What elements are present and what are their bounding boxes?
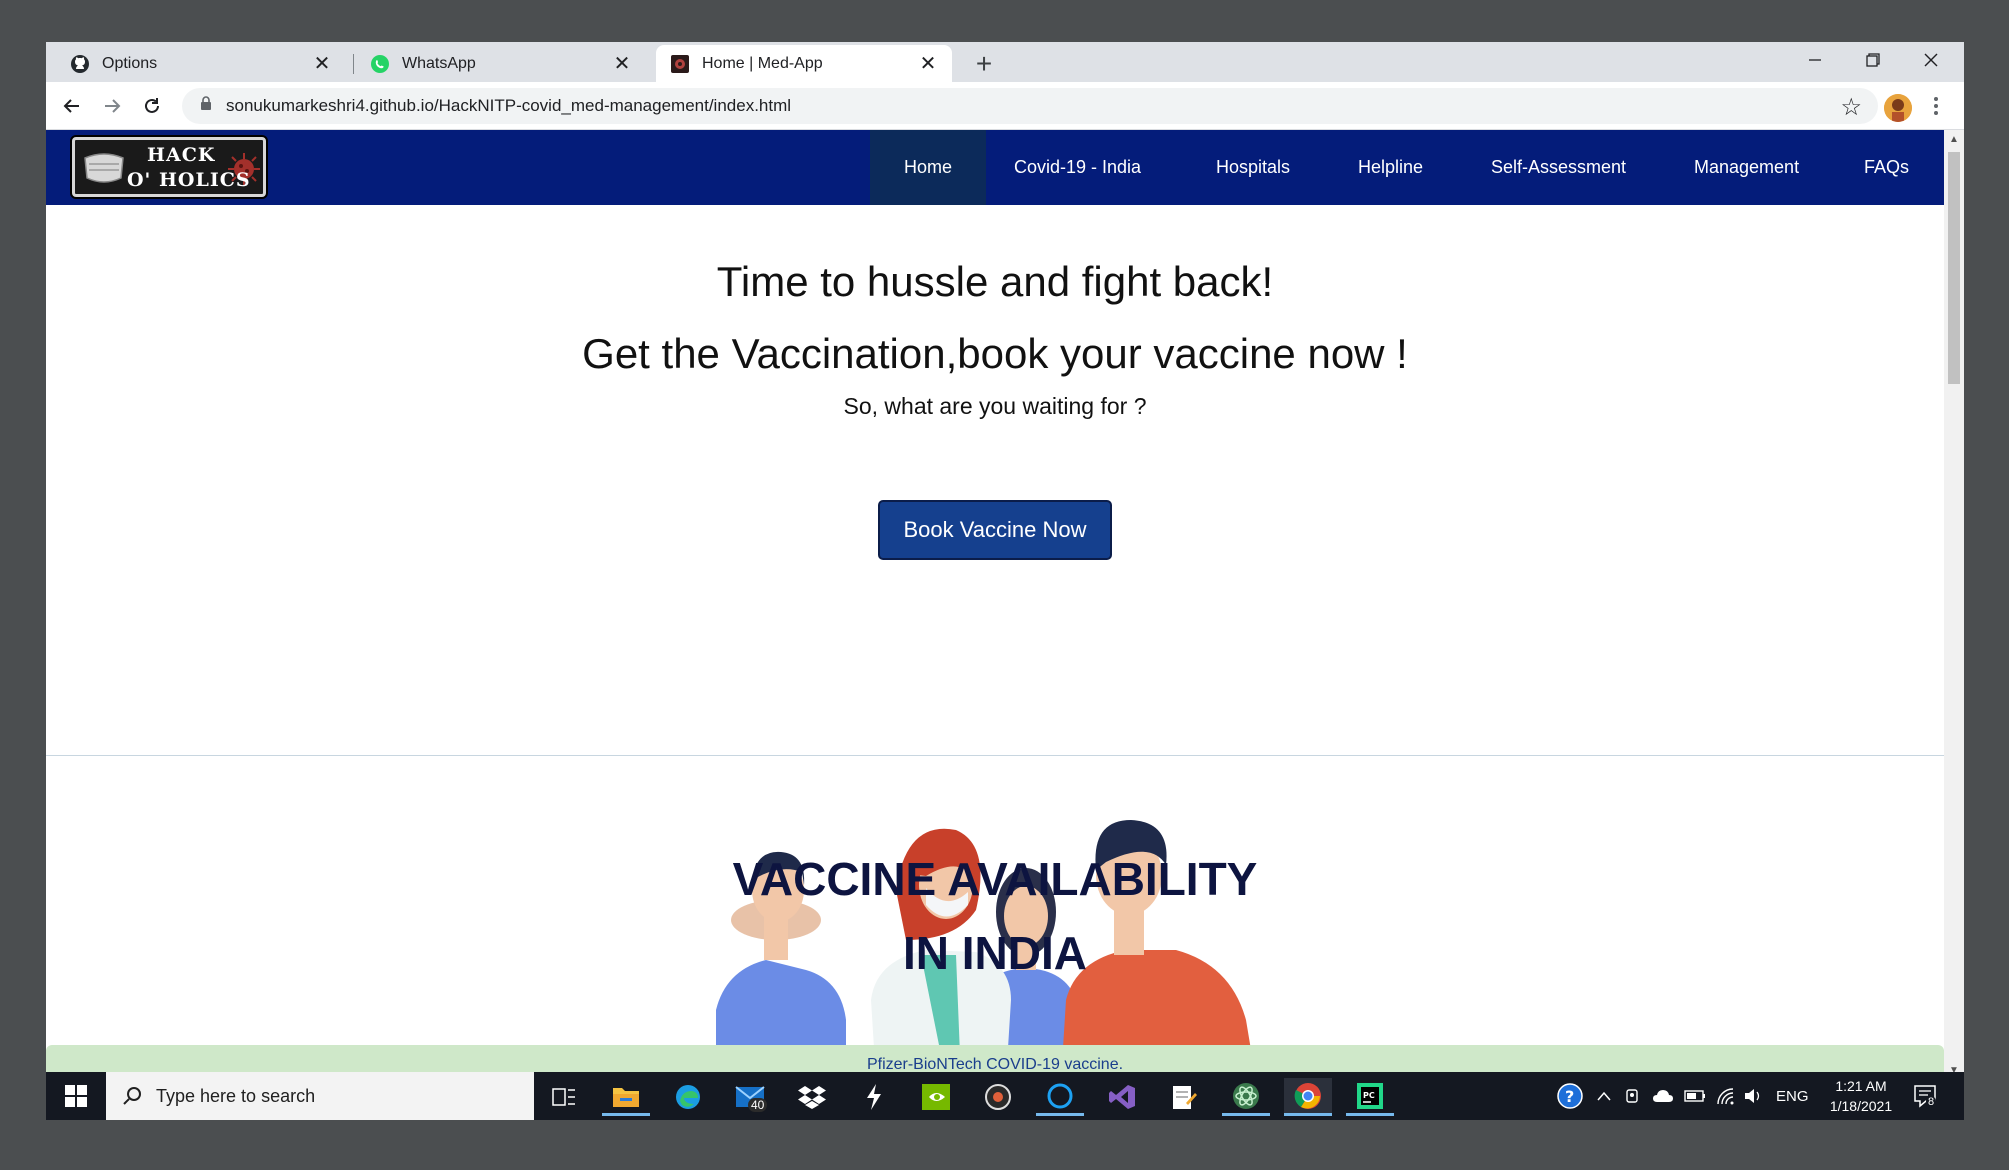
logo-text-line1: HACK — [147, 144, 216, 166]
hero-subheadline: Get the Vaccination,book your vaccine no… — [582, 330, 1408, 377]
cortana-icon[interactable] — [1036, 1078, 1084, 1116]
new-tab-button[interactable]: + — [966, 46, 1002, 82]
close-window-icon[interactable] — [1902, 42, 1960, 78]
notification-count: 8 — [1926, 1096, 1937, 1108]
windows-taskbar: Type here to search 40 PC ? ENG 1:21 AM … — [46, 1072, 1964, 1120]
bolt-app-icon[interactable] — [850, 1078, 898, 1116]
bookmark-star-icon[interactable]: ☆ — [1840, 93, 1862, 122]
battery-icon[interactable] — [1684, 1072, 1706, 1120]
tab-separator — [353, 54, 354, 74]
task-view-icon[interactable] — [540, 1078, 588, 1116]
whatsapp-icon — [370, 54, 390, 74]
system-clock[interactable]: 1:21 AM 1/18/2021 — [1816, 1076, 1906, 1116]
page-scrollbar[interactable]: ▲ ▼ — [1944, 130, 1964, 1080]
wifi-icon[interactable] — [1716, 1072, 1736, 1120]
scroll-up-icon[interactable]: ▲ — [1944, 134, 1964, 145]
nav-faqs[interactable]: FAQs — [1854, 130, 1919, 205]
forward-icon[interactable] — [96, 90, 128, 122]
browser-toolbar: sonukumarkeshri4.github.io/HackNITP-covi… — [46, 82, 1964, 130]
nav-home[interactable]: Home — [870, 130, 987, 205]
minimize-icon[interactable] — [1786, 42, 1844, 78]
site-logo[interactable]: HACK O' HOLICS — [72, 137, 266, 197]
svg-text:PC: PC — [1363, 1091, 1375, 1100]
address-bar[interactable]: sonukumarkeshri4.github.io/HackNITP-covi… — [182, 88, 1878, 124]
nav-management[interactable]: Management — [1684, 130, 1809, 205]
atom-icon[interactable] — [1222, 1078, 1270, 1116]
search-placeholder: Type here to search — [156, 1085, 316, 1106]
tab-title: WhatsApp — [402, 54, 476, 72]
site-navbar: HACK O' HOLICS Home Covid-19 - India Hos… — [46, 130, 1944, 205]
obs-icon[interactable] — [974, 1078, 1022, 1116]
reload-icon[interactable] — [136, 90, 168, 122]
lock-icon[interactable] — [200, 96, 212, 116]
mask-icon — [84, 153, 124, 183]
tab-med-app[interactable]: Home | Med-App ✕ — [656, 45, 952, 82]
search-icon — [123, 1087, 141, 1105]
hero-headline: Time to hussle and fight back! — [716, 258, 1274, 305]
onedrive-icon[interactable] — [1652, 1072, 1674, 1120]
logo-text-line2: O' HOLICS — [127, 169, 251, 191]
url-text: sonukumarkeshri4.github.io/HackNITP-covi… — [226, 96, 792, 115]
nvidia-icon[interactable] — [912, 1078, 960, 1116]
mail-icon[interactable]: 40 — [726, 1078, 774, 1116]
close-tab-icon[interactable]: ✕ — [918, 51, 938, 76]
browser-menu-icon[interactable] — [1926, 92, 1946, 120]
scrollbar-thumb[interactable] — [1948, 152, 1960, 384]
dropbox-icon[interactable] — [788, 1078, 836, 1116]
vaccine-section-title: VACCINE AVAILABILITY — [732, 853, 1258, 905]
tab-strip: Options ✕ WhatsApp ✕ Home | Med-App ✕ + — [46, 42, 1964, 82]
notepad-icon[interactable] — [1160, 1078, 1208, 1116]
restore-icon[interactable] — [1844, 42, 1902, 78]
chevron-up-icon[interactable] — [1596, 1072, 1612, 1120]
language-indicator[interactable]: ENG — [1776, 1072, 1809, 1120]
windows-start-icon[interactable] — [46, 1072, 106, 1120]
med-app-icon — [670, 54, 690, 74]
tab-options[interactable]: Options ✕ — [56, 45, 346, 82]
pycharm-icon[interactable]: PC — [1346, 1078, 1394, 1116]
nav-self-assessment[interactable]: Self-Assessment — [1481, 130, 1636, 205]
tab-title: Home | Med-App — [702, 54, 823, 72]
taskbar-search[interactable]: Type here to search — [106, 1072, 534, 1120]
tab-whatsapp[interactable]: WhatsApp ✕ — [356, 45, 646, 82]
volume-icon[interactable] — [1744, 1072, 1762, 1120]
nav-helpline[interactable]: Helpline — [1348, 130, 1433, 205]
visual-studio-icon[interactable] — [1098, 1078, 1146, 1116]
browser-window: Options ✕ WhatsApp ✕ Home | Med-App ✕ + — [46, 42, 1964, 1120]
tab-title: Options — [102, 54, 158, 72]
meet-now-icon[interactable] — [1624, 1072, 1642, 1120]
nav-hospitals[interactable]: Hospitals — [1206, 130, 1300, 205]
nav-covid-india[interactable]: Covid-19 - India — [1004, 130, 1151, 205]
file-explorer-icon[interactable] — [602, 1078, 650, 1116]
close-tab-icon[interactable]: ✕ — [312, 51, 332, 76]
notifications-icon[interactable]: 8 — [1912, 1072, 1938, 1120]
chrome-icon[interactable] — [1284, 1078, 1332, 1116]
edge-icon[interactable] — [664, 1078, 712, 1116]
hero-subtext: So, what are you waiting for ? — [843, 393, 1147, 419]
clock-date: 1/18/2021 — [1829, 1098, 1893, 1114]
back-icon[interactable] — [56, 90, 88, 122]
close-tab-icon[interactable]: ✕ — [612, 51, 632, 76]
book-vaccine-button[interactable]: Book Vaccine Now — [878, 500, 1112, 560]
clock-time: 1:21 AM — [1835, 1078, 1887, 1094]
svg-text:?: ? — [1565, 1087, 1574, 1106]
help-icon[interactable]: ? — [1556, 1072, 1584, 1120]
page-viewport: HACK O' HOLICS Home Covid-19 - India Hos… — [46, 130, 1944, 1080]
profile-avatar[interactable] — [1884, 94, 1912, 122]
vaccine-section-subtitle: IN INDIA — [903, 927, 1087, 979]
github-icon — [70, 54, 90, 74]
mail-badge: 40 — [748, 1098, 768, 1112]
